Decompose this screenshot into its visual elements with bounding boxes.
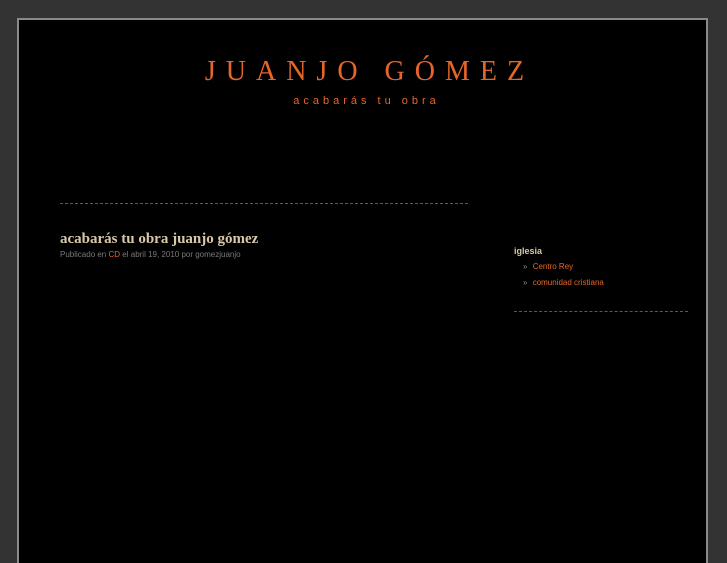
sidebar: iglesia » Centro Rey » comunidad cristia… bbox=[514, 246, 689, 294]
post-category-link[interactable]: CD bbox=[109, 250, 121, 259]
post-meta-suffix: el abril 19, 2010 por gomezjuanjo bbox=[122, 250, 241, 259]
sidebar-link-list: » Centro Rey » comunidad cristiana bbox=[514, 262, 689, 287]
bullet-icon: » bbox=[523, 278, 528, 287]
site-title[interactable]: JUANJO GÓMEZ bbox=[19, 56, 710, 88]
sidebar-item-comunidad-cristiana[interactable]: » comunidad cristiana bbox=[523, 278, 689, 287]
site-tagline: acabarás tu obra bbox=[293, 95, 440, 107]
sidebar-heading: iglesia bbox=[514, 246, 543, 256]
sidebar-link-label[interactable]: Centro Rey bbox=[533, 262, 573, 271]
sidebar-divider bbox=[514, 311, 688, 312]
post-title[interactable]: acabarás tu obra juanjo gómez bbox=[60, 231, 258, 248]
page-container: JUANJO GÓMEZ acabarás tu obra acabarás t… bbox=[17, 18, 708, 563]
sidebar-item-centro-rey[interactable]: » Centro Rey bbox=[523, 262, 689, 271]
content-divider bbox=[60, 203, 468, 204]
post-meta-prefix: Publicado en bbox=[60, 250, 107, 259]
post-meta: Publicado en CD el abril 19, 2010 por go… bbox=[60, 250, 241, 259]
sidebar-link-label[interactable]: comunidad cristiana bbox=[533, 278, 604, 287]
bullet-icon: » bbox=[523, 262, 528, 271]
